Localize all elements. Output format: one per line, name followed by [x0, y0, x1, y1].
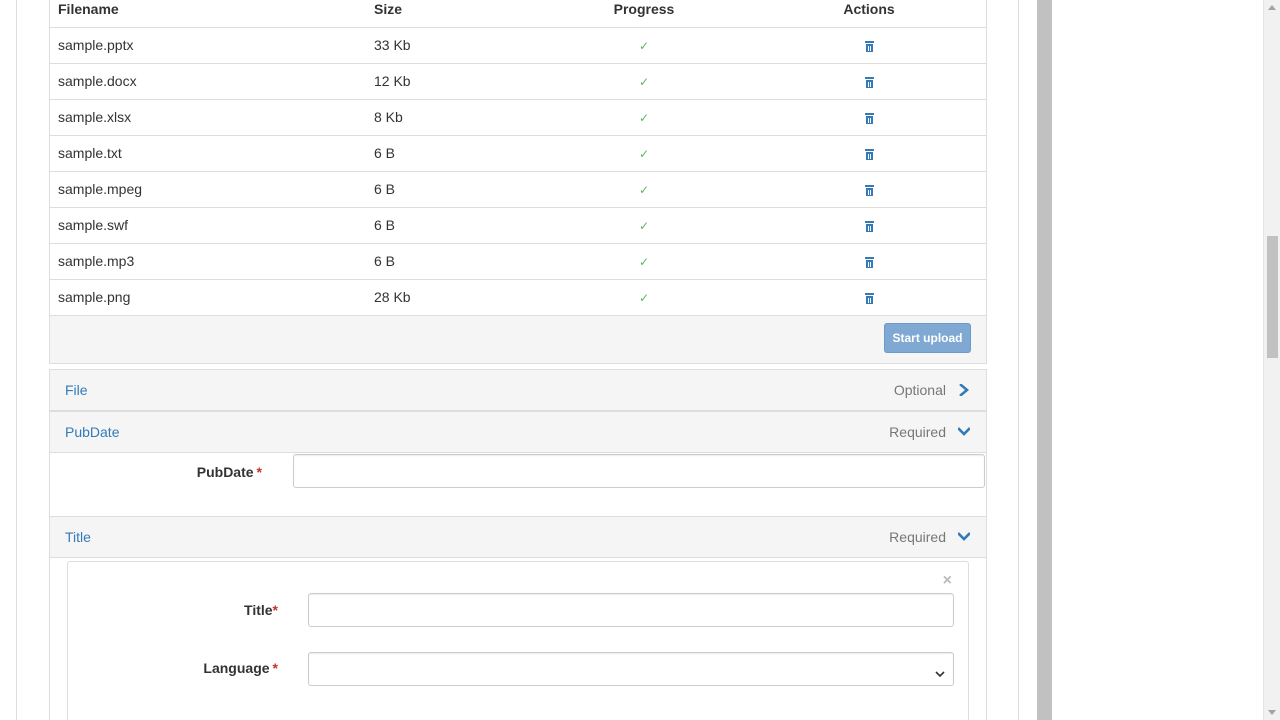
file-name: sample.docx	[50, 63, 366, 100]
trash-icon[interactable]	[864, 76, 874, 88]
progress-cell: ✓	[536, 243, 752, 280]
file-name: sample.pptx	[50, 27, 366, 64]
section-pubdate-heading[interactable]: PubDate Required	[50, 412, 986, 453]
file-name: sample.xlsx	[50, 99, 366, 136]
chevron-down-icon[interactable]	[958, 426, 970, 438]
actions-cell	[752, 207, 986, 244]
close-icon[interactable]: ×	[943, 572, 952, 590]
section-title-title[interactable]: Title	[65, 529, 91, 545]
trash-icon[interactable]	[864, 184, 874, 196]
section-pubdate-status: Required	[889, 424, 946, 440]
progress-cell: ✓	[536, 171, 752, 208]
language-label: Language *	[203, 660, 278, 676]
progress-cell: ✓	[536, 279, 752, 316]
header-size: Size	[366, 0, 536, 28]
window-scrollbar[interactable]	[1263, 0, 1280, 720]
section-title-status: Required	[889, 529, 946, 545]
title-input[interactable]	[308, 593, 954, 627]
title-entry-card: × Title* Language *	[67, 561, 969, 720]
pubdate-input[interactable]	[293, 454, 985, 488]
actions-cell	[752, 171, 986, 208]
table-row: sample.docx 12 Kb ✓	[50, 63, 986, 100]
file-name: sample.swf	[50, 207, 366, 244]
scroll-down-arrow-icon[interactable]	[1268, 710, 1276, 715]
scroll-up-arrow-icon[interactable]	[1268, 5, 1276, 10]
section-file-title[interactable]: File	[65, 382, 88, 398]
chevron-right-icon[interactable]	[958, 384, 970, 396]
file-size: 6 B	[366, 243, 536, 280]
language-select[interactable]	[308, 652, 954, 686]
file-table: Filename Size Progress Actions sample.pp…	[50, 0, 986, 316]
progress-cell: ✓	[536, 99, 752, 136]
start-upload-button[interactable]: Start upload	[884, 323, 971, 353]
file-size: 6 B	[366, 171, 536, 208]
table-row: sample.xlsx 8 Kb ✓	[50, 99, 986, 136]
section-title: Title Required × Title* Language *	[49, 516, 987, 720]
trash-icon[interactable]	[864, 40, 874, 52]
section-file: File Optional	[49, 369, 987, 412]
title-label: Title*	[244, 602, 278, 618]
check-icon: ✓	[638, 219, 650, 233]
check-icon: ✓	[638, 75, 650, 89]
section-pubdate: PubDate Required PubDate *	[49, 411, 987, 517]
actions-cell	[752, 27, 986, 64]
file-size: 28 Kb	[366, 279, 536, 316]
section-pubdate-title[interactable]: PubDate	[65, 424, 119, 440]
trash-icon[interactable]	[864, 292, 874, 304]
check-icon: ✓	[638, 291, 650, 305]
progress-cell: ✓	[536, 135, 752, 172]
header-filename: Filename	[50, 0, 366, 28]
section-title-heading[interactable]: Title Required	[50, 517, 986, 558]
file-size: 12 Kb	[366, 63, 536, 100]
table-row: sample.swf 6 B ✓	[50, 207, 986, 244]
trash-icon[interactable]	[864, 256, 874, 268]
header-actions: Actions	[752, 0, 986, 28]
table-row: sample.mp3 6 B ✓	[50, 243, 986, 280]
actions-cell	[752, 99, 986, 136]
pubdate-row: PubDate *	[50, 453, 986, 488]
progress-cell: ✓	[536, 63, 752, 100]
file-name: sample.txt	[50, 135, 366, 172]
table-row: sample.png 28 Kb ✓	[50, 279, 986, 316]
file-name: sample.png	[50, 279, 366, 316]
progress-cell: ✓	[536, 207, 752, 244]
chevron-down-icon[interactable]	[958, 531, 970, 543]
trash-icon[interactable]	[864, 148, 874, 160]
progress-cell: ✓	[536, 27, 752, 64]
table-row: sample.pptx 33 Kb ✓	[50, 27, 986, 64]
check-icon: ✓	[638, 147, 650, 161]
actions-cell	[752, 279, 986, 316]
check-icon: ✓	[638, 39, 650, 53]
file-size: 6 B	[366, 207, 536, 244]
section-file-status: Optional	[893, 382, 946, 398]
table-row: sample.mpeg 6 B ✓	[50, 171, 986, 208]
section-file-heading[interactable]: File Optional	[50, 370, 986, 411]
pubdate-label: PubDate *	[196, 464, 262, 480]
check-icon: ✓	[638, 255, 650, 269]
actions-cell	[752, 63, 986, 100]
file-name: sample.mpeg	[50, 171, 366, 208]
upload-box: Filename Size Progress Actions sample.pp…	[49, 0, 987, 364]
scrollbar-thumb[interactable]	[1267, 236, 1278, 358]
table-header-row: Filename Size Progress Actions	[50, 0, 986, 28]
check-icon: ✓	[638, 111, 650, 125]
content-scrollbar[interactable]	[1037, 0, 1052, 720]
select-caret-icon	[935, 665, 945, 681]
actions-cell	[752, 243, 986, 280]
header-progress: Progress	[536, 0, 752, 28]
check-icon: ✓	[638, 183, 650, 197]
file-name: sample.mp3	[50, 243, 366, 280]
trash-icon[interactable]	[864, 220, 874, 232]
actions-cell	[752, 135, 986, 172]
file-size: 8 Kb	[366, 99, 536, 136]
table-row: sample.txt 6 B ✓	[50, 135, 986, 172]
file-size: 6 B	[366, 135, 536, 172]
file-size: 33 Kb	[366, 27, 536, 64]
trash-icon[interactable]	[864, 112, 874, 124]
